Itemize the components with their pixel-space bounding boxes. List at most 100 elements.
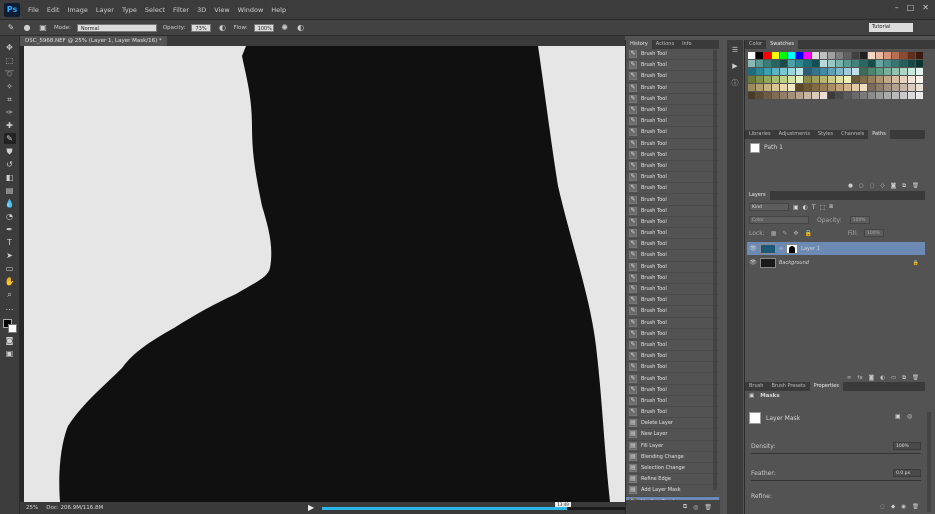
color-swatch[interactable] (860, 68, 867, 75)
color-swatch[interactable] (852, 84, 859, 91)
color-swatch[interactable] (804, 92, 811, 99)
color-swatch[interactable] (876, 92, 883, 99)
density-input[interactable]: 100% (893, 442, 921, 450)
lock-all-icon[interactable]: 🔒 (804, 230, 811, 237)
color-swatch[interactable] (820, 84, 827, 91)
color-swatch[interactable] (892, 52, 899, 59)
lock-position-icon[interactable]: ✥ (793, 230, 798, 237)
eraser-tool-icon[interactable]: ◧ (4, 172, 16, 183)
color-swatch[interactable] (916, 68, 923, 75)
layer-kind-filter[interactable]: Kind (749, 203, 789, 211)
crop-tool-icon[interactable]: ⌗ (4, 94, 16, 105)
tab-layers[interactable]: Layers (745, 191, 770, 200)
opacity-input[interactable]: 73% (191, 23, 212, 32)
color-swatch[interactable] (772, 68, 779, 75)
pressure-size-icon[interactable]: ◐ (296, 23, 306, 33)
color-swatch[interactable] (836, 92, 843, 99)
feather-slider[interactable] (751, 480, 921, 481)
color-swatch[interactable] (908, 60, 915, 67)
background-color[interactable] (7, 324, 17, 333)
color-swatch[interactable] (916, 60, 923, 67)
color-swatch[interactable] (836, 76, 843, 83)
color-swatch[interactable] (796, 52, 803, 59)
color-swatch[interactable] (892, 60, 899, 67)
color-swatch[interactable] (868, 92, 875, 99)
history-item[interactable]: ✎ Brush Tool (626, 206, 719, 217)
color-swatch[interactable] (788, 92, 795, 99)
filter-type-icon[interactable]: T (812, 204, 816, 211)
load-selection-icon[interactable]: ◌ (880, 504, 885, 510)
color-swatch[interactable] (884, 92, 891, 99)
close-icon[interactable]: ✕ (922, 3, 929, 12)
color-swatch[interactable] (788, 68, 795, 75)
fx-icon[interactable]: fx (858, 375, 863, 381)
color-swatch[interactable] (748, 68, 755, 75)
color-swatch[interactable] (812, 92, 819, 99)
load-selection-icon[interactable]: ◌ (870, 183, 875, 189)
zoom-tool-icon[interactable]: ⌕ (4, 289, 16, 300)
color-swatch[interactable] (780, 52, 787, 59)
history-item[interactable]: ✎ Brush Tool (626, 318, 719, 329)
tab-history[interactable]: History (626, 40, 652, 49)
stroke-path-icon[interactable]: ○ (859, 183, 864, 189)
color-swatch[interactable] (764, 76, 771, 83)
color-swatch[interactable] (788, 84, 795, 91)
color-swatch[interactable] (900, 84, 907, 91)
color-swatch[interactable] (908, 52, 915, 59)
history-item[interactable]: ✎ Brush Tool (626, 329, 719, 340)
apply-mask-icon[interactable]: ◆ (891, 504, 895, 510)
color-swatch[interactable] (788, 60, 795, 67)
color-swatch[interactable] (772, 84, 779, 91)
color-swatch[interactable] (868, 76, 875, 83)
color-swatch[interactable] (852, 60, 859, 67)
history-item[interactable]: ✎ Brush Tool (626, 161, 719, 173)
color-swatch[interactable] (820, 52, 827, 59)
history-item[interactable]: ✎ Brush Tool (626, 284, 719, 296)
path-item[interactable]: Path 1 (747, 141, 923, 154)
color-swatch[interactable] (764, 92, 771, 99)
play-action-icon[interactable]: ▶ (732, 62, 737, 70)
history-item[interactable]: ✎ Brush Tool (626, 362, 719, 374)
color-swatch[interactable] (804, 68, 811, 75)
color-swatch[interactable] (820, 76, 827, 83)
color-swatch[interactable] (876, 84, 883, 91)
history-item[interactable]: ✎ Brush Tool (626, 150, 719, 161)
make-work-path-icon[interactable]: ◇ (881, 183, 885, 189)
color-swatch[interactable] (820, 60, 827, 67)
history-item[interactable]: ✎ Brush Tool (626, 228, 719, 240)
lock-transparency-icon[interactable]: ▦ (771, 230, 777, 237)
snapshot-icon[interactable]: ◎ (693, 504, 698, 511)
color-swatch[interactable] (852, 68, 859, 75)
history-item[interactable]: ✎ Brush Tool (626, 295, 719, 307)
color-swatch[interactable] (812, 52, 819, 59)
color-swatch[interactable] (860, 92, 867, 99)
color-swatch[interactable] (892, 68, 899, 75)
history-item[interactable]: ✎ Brush Tool (626, 373, 719, 385)
add-layer-mask-icon[interactable]: ◙ (869, 375, 874, 381)
color-swatch[interactable] (748, 52, 755, 59)
tab-libraries[interactable]: Libraries (745, 130, 775, 139)
color-swatch[interactable] (764, 60, 771, 67)
new-path-icon[interactable]: ⧉ (902, 183, 906, 190)
history-item[interactable]: ✎ Brush Tool (626, 273, 719, 284)
marquee-tool-icon[interactable]: ⬚ (4, 55, 16, 66)
color-swatch[interactable] (836, 52, 843, 59)
menu-select[interactable]: Select (145, 6, 165, 14)
color-swatch[interactable] (916, 52, 923, 59)
color-swatch[interactable] (884, 60, 891, 67)
tab-brush-presets[interactable]: Brush Presets (767, 382, 809, 391)
type-tool-icon[interactable]: T (4, 237, 16, 248)
workspace-select[interactable]: Tutorial (869, 23, 913, 32)
color-swatch[interactable] (748, 76, 755, 83)
brush-panel-toggle-icon[interactable]: ▣ (38, 23, 48, 33)
color-swatch[interactable] (844, 92, 851, 99)
color-swatch[interactable] (900, 52, 907, 59)
tab-channels[interactable]: Channels (837, 130, 868, 139)
brush-size-icon[interactable]: ● (22, 23, 32, 33)
color-swatch[interactable] (844, 68, 851, 75)
screen-mode-icon[interactable]: ▣ (4, 348, 16, 359)
layer-row[interactable]: 👁 ∞ Layer 1 (747, 242, 925, 255)
color-swatch[interactable] (836, 60, 843, 67)
color-swatch[interactable] (916, 92, 923, 99)
history-item[interactable]: ✎ Brush Tool (626, 183, 719, 195)
